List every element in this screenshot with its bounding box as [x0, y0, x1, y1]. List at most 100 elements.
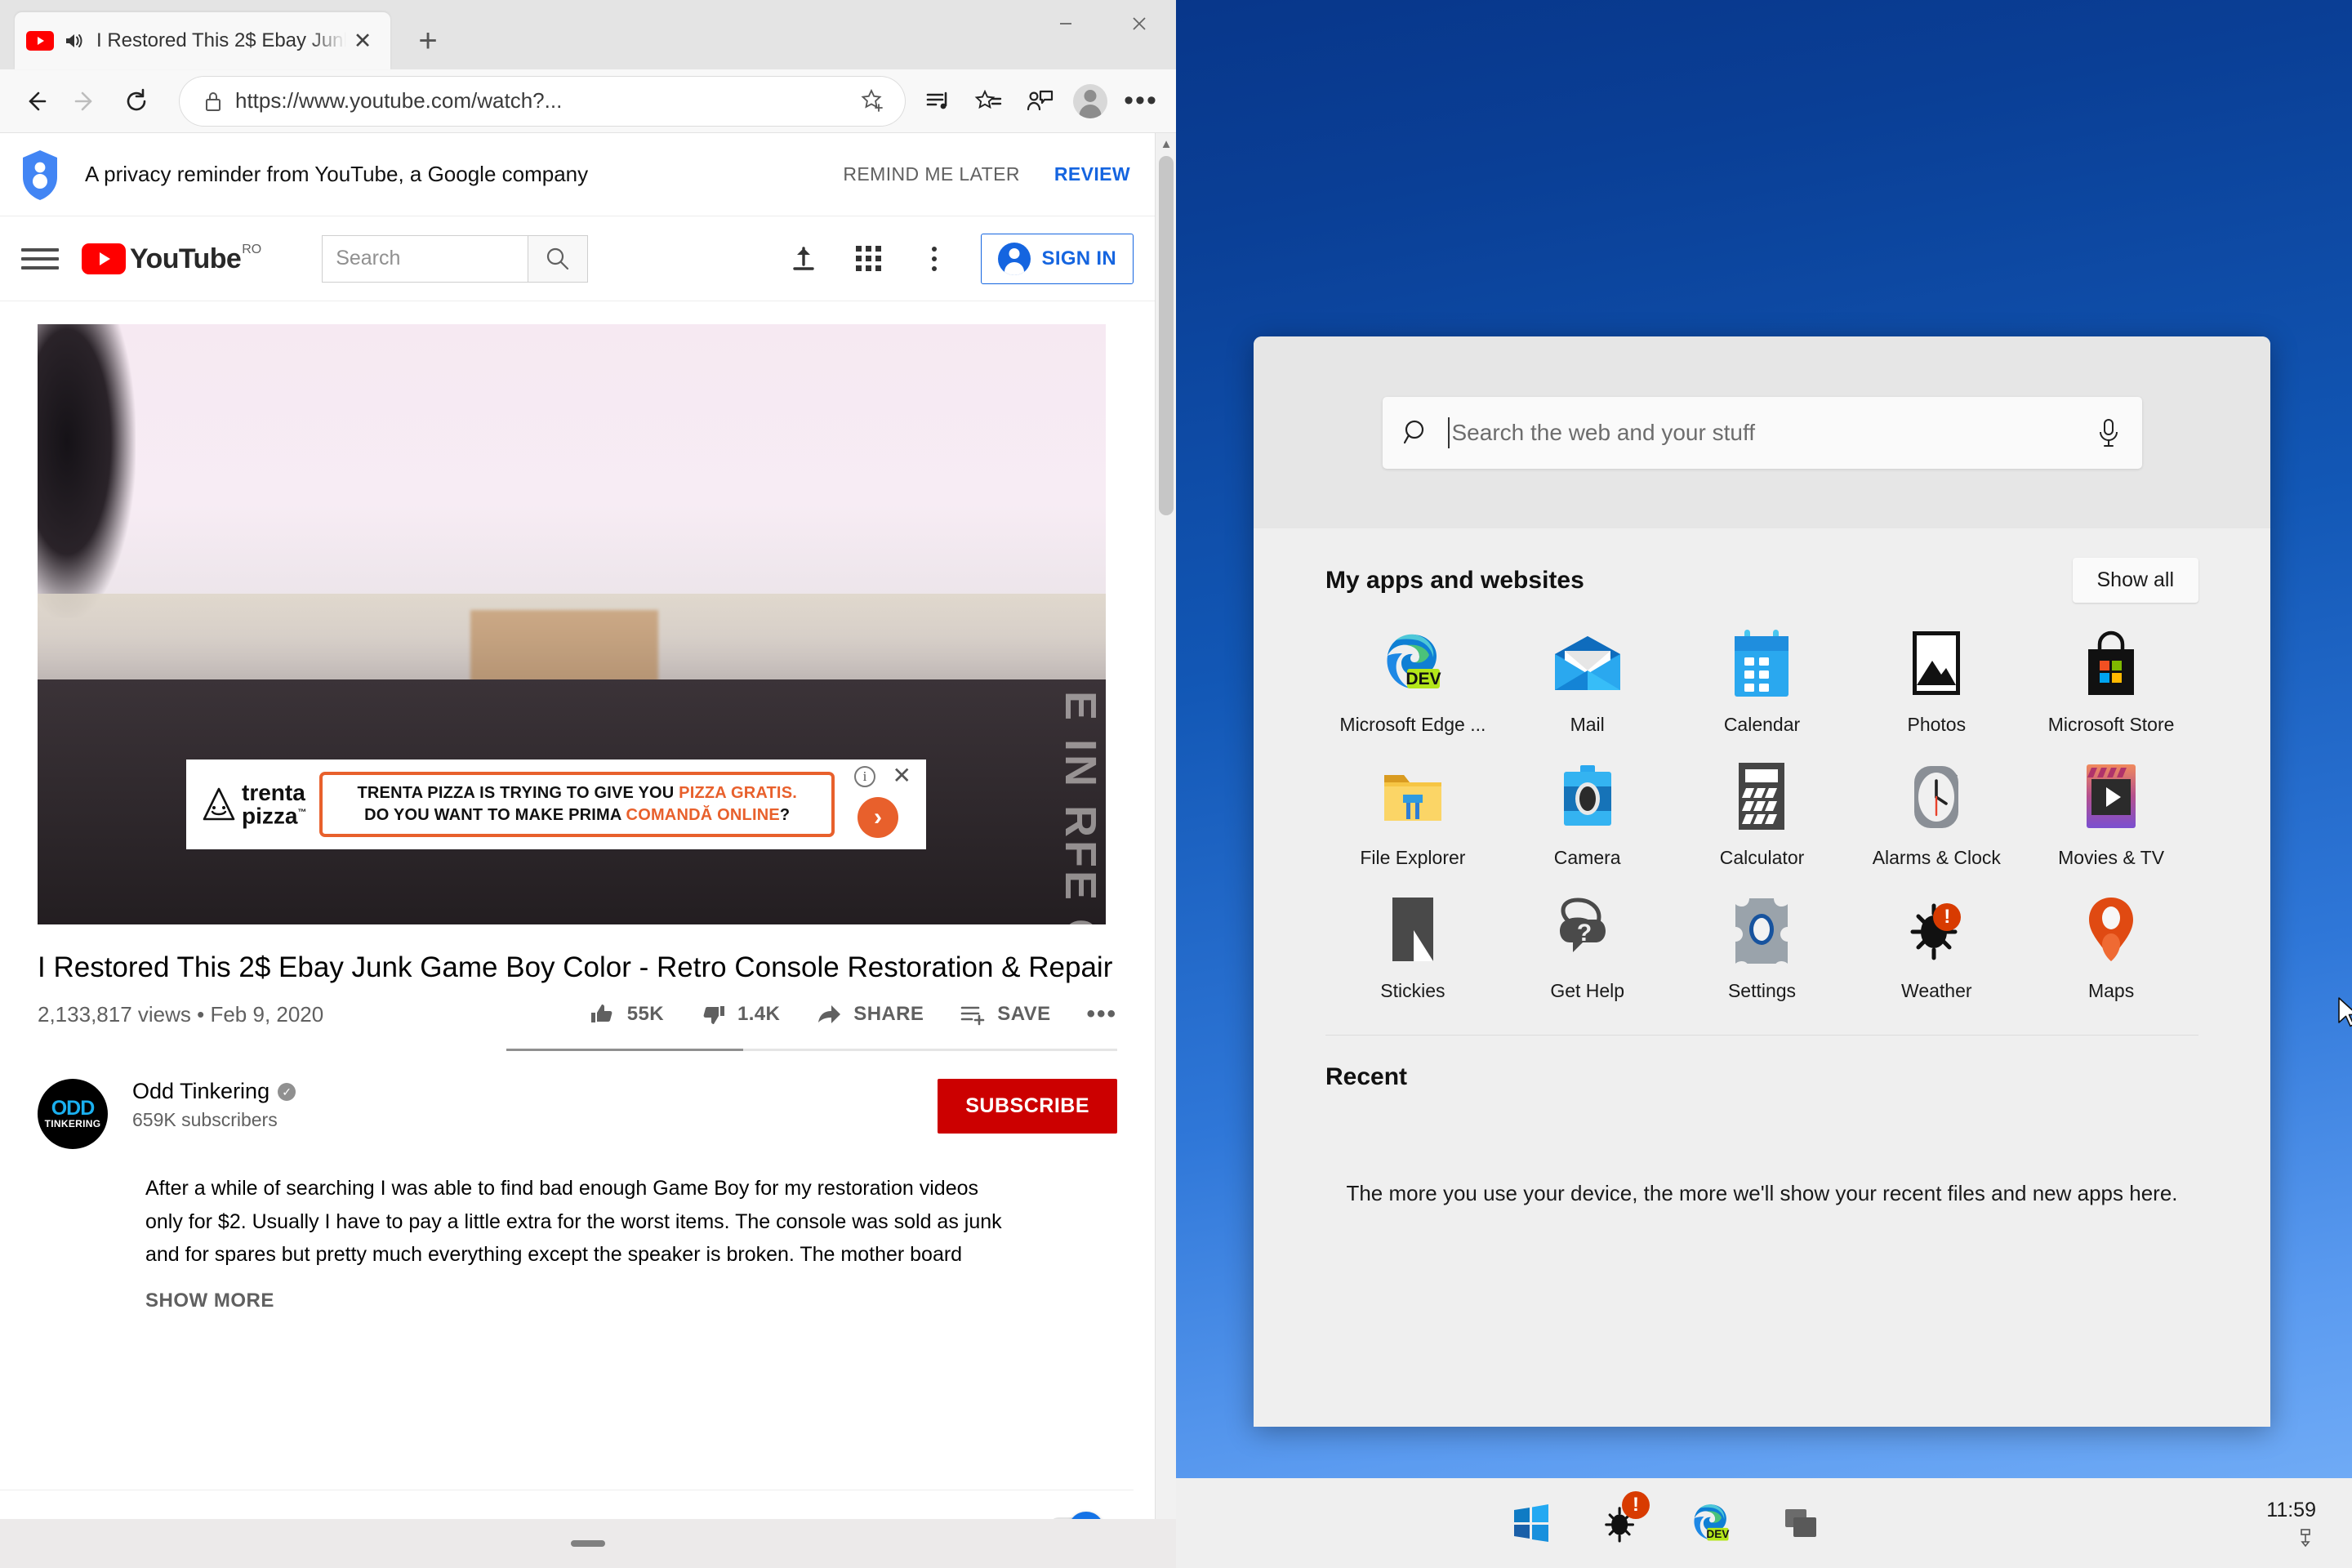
tab-strip: I Restored This 2$ Ebay Junk ✕ +	[0, 0, 1176, 69]
upload-icon[interactable]	[778, 234, 829, 284]
app-tile-microsoft-edge[interactable]: DEV Microsoft Edge ...	[1325, 626, 1500, 736]
app-tile-camera[interactable]: Camera	[1500, 759, 1675, 869]
app-tile-calendar[interactable]: Calendar	[1675, 626, 1850, 736]
like-button[interactable]: 55K	[590, 1001, 664, 1027]
app-tile-alarms-clock[interactable]: Alarms & Clock	[1849, 759, 2024, 869]
pen-tray-icon[interactable]	[2295, 1527, 2316, 1548]
app-tile-settings[interactable]: Settings	[1675, 892, 1850, 1002]
like-count: 55K	[626, 1003, 664, 1026]
page-scrollbar[interactable]: ▲ ▼	[1155, 133, 1176, 1568]
browser-tab[interactable]: I Restored This 2$ Ebay Junk ✕	[15, 12, 390, 69]
close-window-button[interactable]	[1102, 0, 1176, 47]
app-tile-movies-tv[interactable]: Movies & TV	[2024, 759, 2198, 869]
taskbar-clock[interactable]: 11:59	[2266, 1499, 2316, 1548]
youtube-favicon	[26, 31, 54, 51]
ad-info-icon[interactable]: i	[854, 766, 875, 787]
app-label: Get Help	[1550, 980, 1625, 1001]
window-resize-handle[interactable]	[0, 1519, 1176, 1568]
app-tile-file-explorer[interactable]: File Explorer	[1325, 759, 1500, 869]
taskbar-weather-icon[interactable]: !	[1576, 1478, 1666, 1568]
apps-grid-icon[interactable]	[844, 234, 894, 284]
avatar[interactable]: ODD TINKERING	[38, 1079, 108, 1150]
app-tile-stickies[interactable]: Stickies	[1325, 892, 1500, 1002]
app-tile-calculator[interactable]: Calculator	[1675, 759, 1850, 869]
youtube-country-code: RO	[242, 242, 262, 256]
tab-close-icon[interactable]: ✕	[346, 24, 379, 57]
app-label: Weather	[1901, 980, 1972, 1001]
speaker-playing-icon[interactable]	[64, 31, 85, 51]
address-bar-text: https://www.youtube.com/watch?...	[235, 88, 563, 113]
more-vertical-icon[interactable]	[909, 234, 960, 284]
save-button[interactable]: SAVE	[960, 1001, 1050, 1027]
new-tab-button[interactable]: +	[408, 21, 448, 60]
address-bar[interactable]: https://www.youtube.com/watch?...	[180, 76, 905, 126]
search-input[interactable]: Search the web and your stuff	[1382, 396, 2142, 469]
apps-section: My apps and websites Show all DEV Micros…	[1254, 528, 2270, 1036]
star-plus-icon[interactable]	[859, 87, 887, 115]
youtube-logo[interactable]: YouTube RO	[82, 243, 261, 274]
account-circle-icon	[997, 242, 1031, 275]
privacy-reminder-banner: A privacy reminder from YouTube, a Googl…	[0, 133, 1155, 216]
scrollbar-thumb[interactable]	[1159, 156, 1174, 515]
video-actions: 55K 1.4K SHARE SAVE •••	[590, 1001, 1117, 1027]
forward-arrow-icon[interactable]	[60, 76, 111, 127]
subscribe-button[interactable]: SUBSCRIBE	[938, 1079, 1117, 1134]
windows-start-icon[interactable]	[1486, 1478, 1576, 1568]
microphone-icon[interactable]	[2095, 417, 2123, 448]
playlist-music-icon[interactable]	[913, 76, 964, 127]
app-label: Maps	[2087, 980, 2135, 1001]
review-button[interactable]: REVIEW	[1054, 163, 1130, 185]
back-arrow-icon[interactable]	[10, 76, 60, 127]
channel-name-row[interactable]: Odd Tinkering ✓	[132, 1079, 938, 1104]
app-tile-get-help[interactable]: ? Get Help	[1500, 892, 1675, 1002]
video-ad-overlay[interactable]: trenta pizza™ TRENTA PIZZA IS TRYING TO …	[186, 760, 926, 849]
thumbs-down-icon	[703, 1006, 724, 1025]
ad-close-icon[interactable]: ✕	[893, 764, 911, 787]
search-button[interactable]	[528, 234, 589, 283]
dislike-button[interactable]: 1.4K	[700, 1001, 780, 1027]
video-more-button[interactable]: •••	[1086, 1002, 1117, 1027]
privacy-shield-icon	[21, 149, 59, 200]
share-button[interactable]: SHARE	[816, 1001, 924, 1027]
youtube-search: Search	[322, 234, 589, 283]
app-tile-mail[interactable]: Mail	[1500, 626, 1675, 736]
app-tile-maps[interactable]: Maps	[2024, 892, 2198, 1002]
minimize-button[interactable]	[1029, 0, 1102, 47]
app-label: File Explorer	[1360, 847, 1466, 868]
more-horizontal-icon[interactable]: •••	[1116, 76, 1166, 127]
app-tile-microsoft-store[interactable]: Microsoft Store	[2024, 626, 2198, 736]
show-all-button[interactable]: Show all	[2072, 558, 2198, 603]
photos-icon	[1899, 626, 1974, 701]
show-more-button[interactable]: SHOW MORE	[0, 1272, 1155, 1312]
ad-arrow-icon[interactable]: ›	[858, 797, 898, 838]
ad-headline-2b: COMANDĂ ONLINE	[626, 806, 780, 824]
channel-name: Odd Tinkering	[132, 1079, 270, 1104]
movies-tv-icon	[2074, 759, 2149, 834]
app-tile-photos[interactable]: Photos	[1849, 626, 2024, 736]
page-viewport: ▲ ▼ A privacy reminder from YouTube, a G…	[0, 133, 1176, 1568]
caret-up-icon[interactable]: ▲	[1156, 133, 1176, 154]
star-list-icon[interactable]	[964, 76, 1014, 127]
hamburger-menu-icon[interactable]	[21, 240, 59, 278]
person-chat-icon[interactable]	[1014, 76, 1065, 127]
app-label: Microsoft Edge ...	[1339, 714, 1486, 735]
remind-me-later-button[interactable]: REMIND ME LATER	[843, 163, 1019, 185]
app-label: Calendar	[1723, 714, 1801, 735]
camera-icon	[1550, 759, 1625, 834]
refresh-icon[interactable]	[111, 76, 162, 127]
app-label: Alarms & Clock	[1872, 847, 2001, 868]
sign-in-button[interactable]: SIGN IN	[980, 233, 1134, 284]
app-tile-weather[interactable]: ! Weather	[1849, 892, 2024, 1002]
edge-browser-window: I Restored This 2$ Ebay Junk ✕ + https:/…	[0, 0, 1176, 1568]
recent-empty-message: The more you use your device, the more w…	[1346, 1181, 2178, 1205]
microsoft-edge-dev-icon: DEV	[1375, 626, 1450, 701]
channel-subscribers: 659K subscribers	[132, 1109, 278, 1131]
task-view-icon[interactable]	[1756, 1478, 1846, 1568]
channel-row: ODD TINKERING Odd Tinkering ✓ 659K subsc…	[0, 1051, 1155, 1150]
youtube-play-mark-icon	[82, 243, 126, 274]
profile-avatar-icon[interactable]	[1065, 76, 1116, 127]
search-input[interactable]: Search	[322, 234, 528, 283]
text-cursor	[1447, 416, 1450, 448]
taskbar-edge-dev-icon[interactable]: DEV	[1666, 1478, 1756, 1568]
video-player[interactable]: E IN RFE CLA EIVED RFE HE FO DEVI ERY NG	[38, 324, 1106, 924]
